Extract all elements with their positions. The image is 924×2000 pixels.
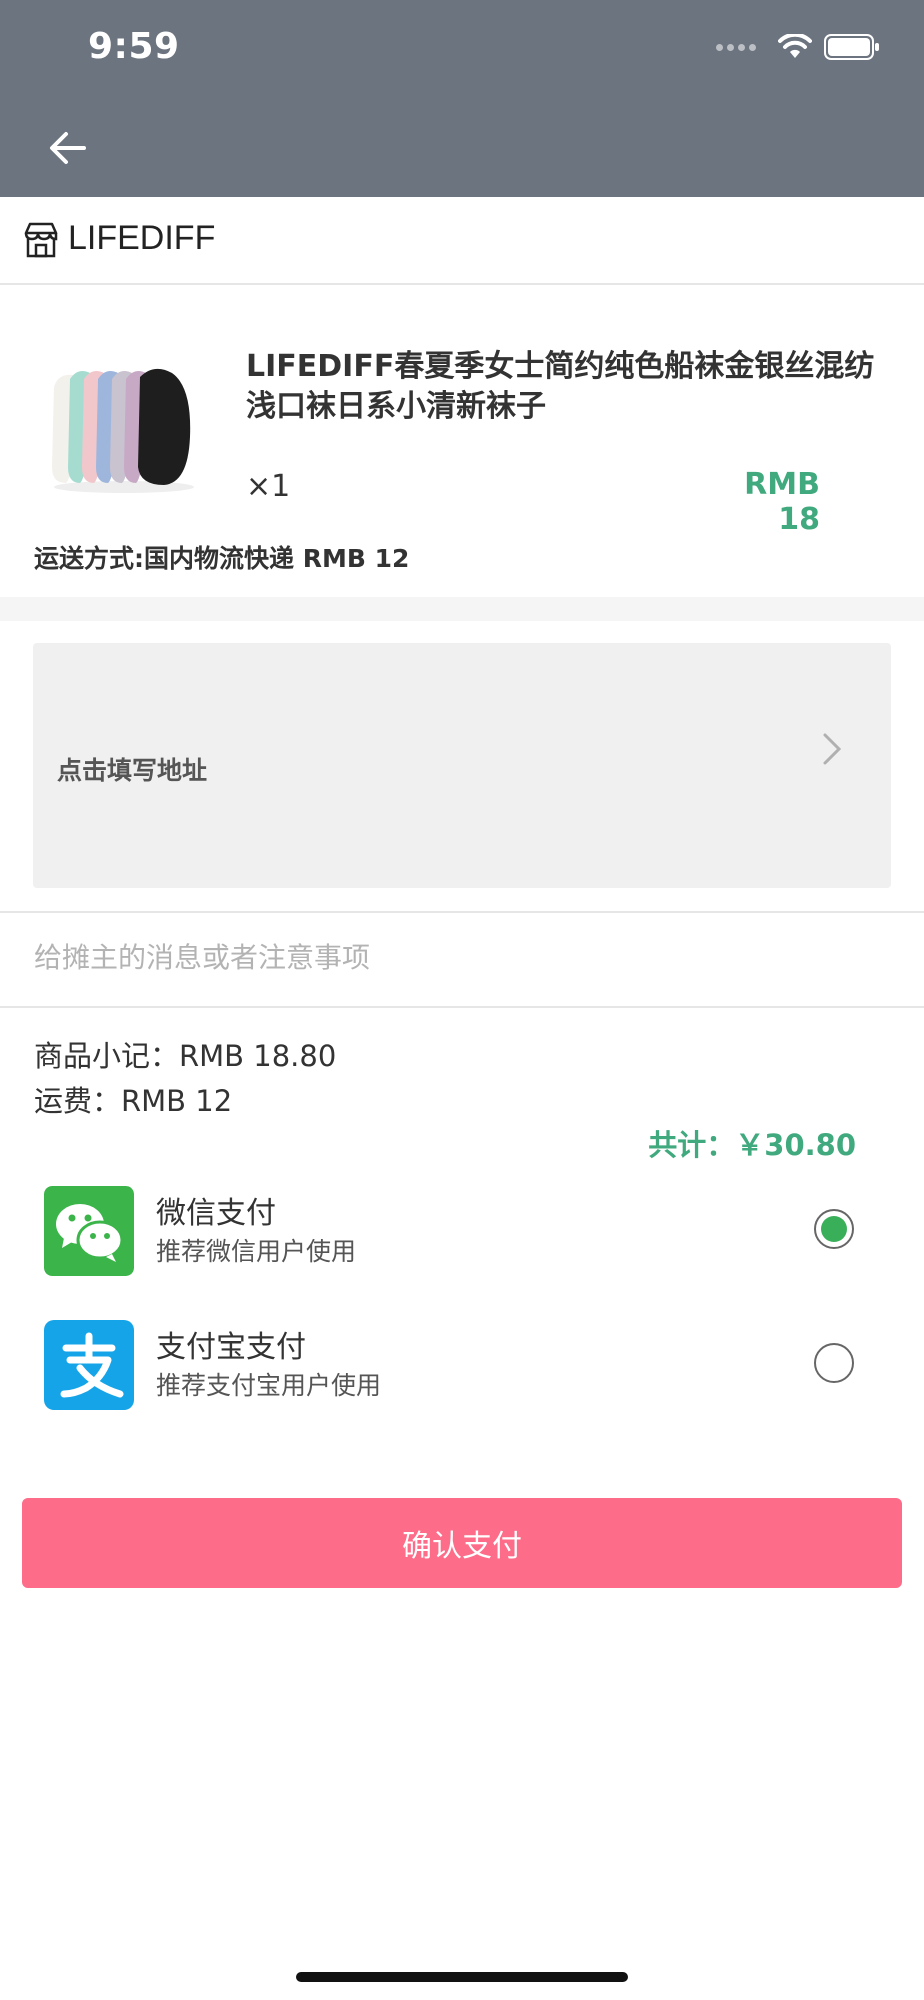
product-title: LIFEDIFF春夏季女士简约纯色船袜金银丝混纺浅口袜日系小清新袜子 (246, 349, 875, 424)
product-price: RMB 18 (744, 467, 820, 537)
address-label: 点击填写地址 (57, 756, 208, 785)
product-image (52, 368, 194, 493)
checkout-page: 9:59 LIFEDIFF LIFEDIFF春夏季女士简约纯色船袜金银丝混纺浅口… (0, 0, 924, 2000)
freight-text: 运费：RMB 12 (34, 1084, 233, 1118)
signal-icon (716, 43, 756, 51)
home-indicator[interactable] (296, 1972, 628, 1982)
radio-button[interactable] (814, 1343, 854, 1383)
payment-subtitle: 推荐支付宝用户使用 (156, 1371, 382, 1400)
divider (0, 911, 924, 913)
chevron-right-icon (823, 733, 842, 765)
header-bar: 9:59 (0, 0, 924, 197)
address-selector[interactable]: 点击填写地址 (33, 643, 891, 888)
status-time: 9:59 (88, 26, 180, 67)
alipay-icon (44, 1320, 134, 1410)
store-row[interactable]: LIFEDIFF (0, 197, 924, 285)
wechat-icon (44, 1186, 134, 1276)
product-quantity: ×1 (246, 469, 291, 504)
battery-icon (824, 34, 879, 60)
payment-option-wechat[interactable]: 微信支付 推荐微信用户使用 (0, 1182, 924, 1282)
payment-option-alipay[interactable]: 支付宝支付 推荐支付宝用户使用 (0, 1316, 924, 1416)
product-card: LIFEDIFF春夏季女士简约纯色船袜金银丝混纺浅口袜日系小清新袜子 ×1 RM… (0, 287, 924, 597)
subtotal-text: 商品小记：RMB 18.80 (34, 1039, 337, 1073)
status-icons (716, 34, 880, 60)
radio-button-selected[interactable] (814, 1209, 854, 1249)
shipping-method: 运送方式:国内物流快递 RMB 12 (34, 544, 410, 573)
payment-title: 微信支付 (156, 1196, 276, 1231)
back-button[interactable] (40, 120, 96, 176)
arrow-left-icon (50, 132, 86, 164)
divider (0, 1006, 924, 1008)
store-name: LIFEDIFF (68, 219, 216, 257)
seller-message-input[interactable] (34, 930, 894, 984)
section-divider (0, 597, 924, 621)
wifi-icon (778, 34, 812, 58)
total-text: 共计：￥30.80 (648, 1128, 856, 1162)
store-icon (24, 222, 58, 258)
payment-subtitle: 推荐微信用户使用 (156, 1237, 357, 1266)
confirm-payment-button[interactable]: 确认支付 (22, 1498, 902, 1588)
payment-title: 支付宝支付 (156, 1330, 306, 1365)
